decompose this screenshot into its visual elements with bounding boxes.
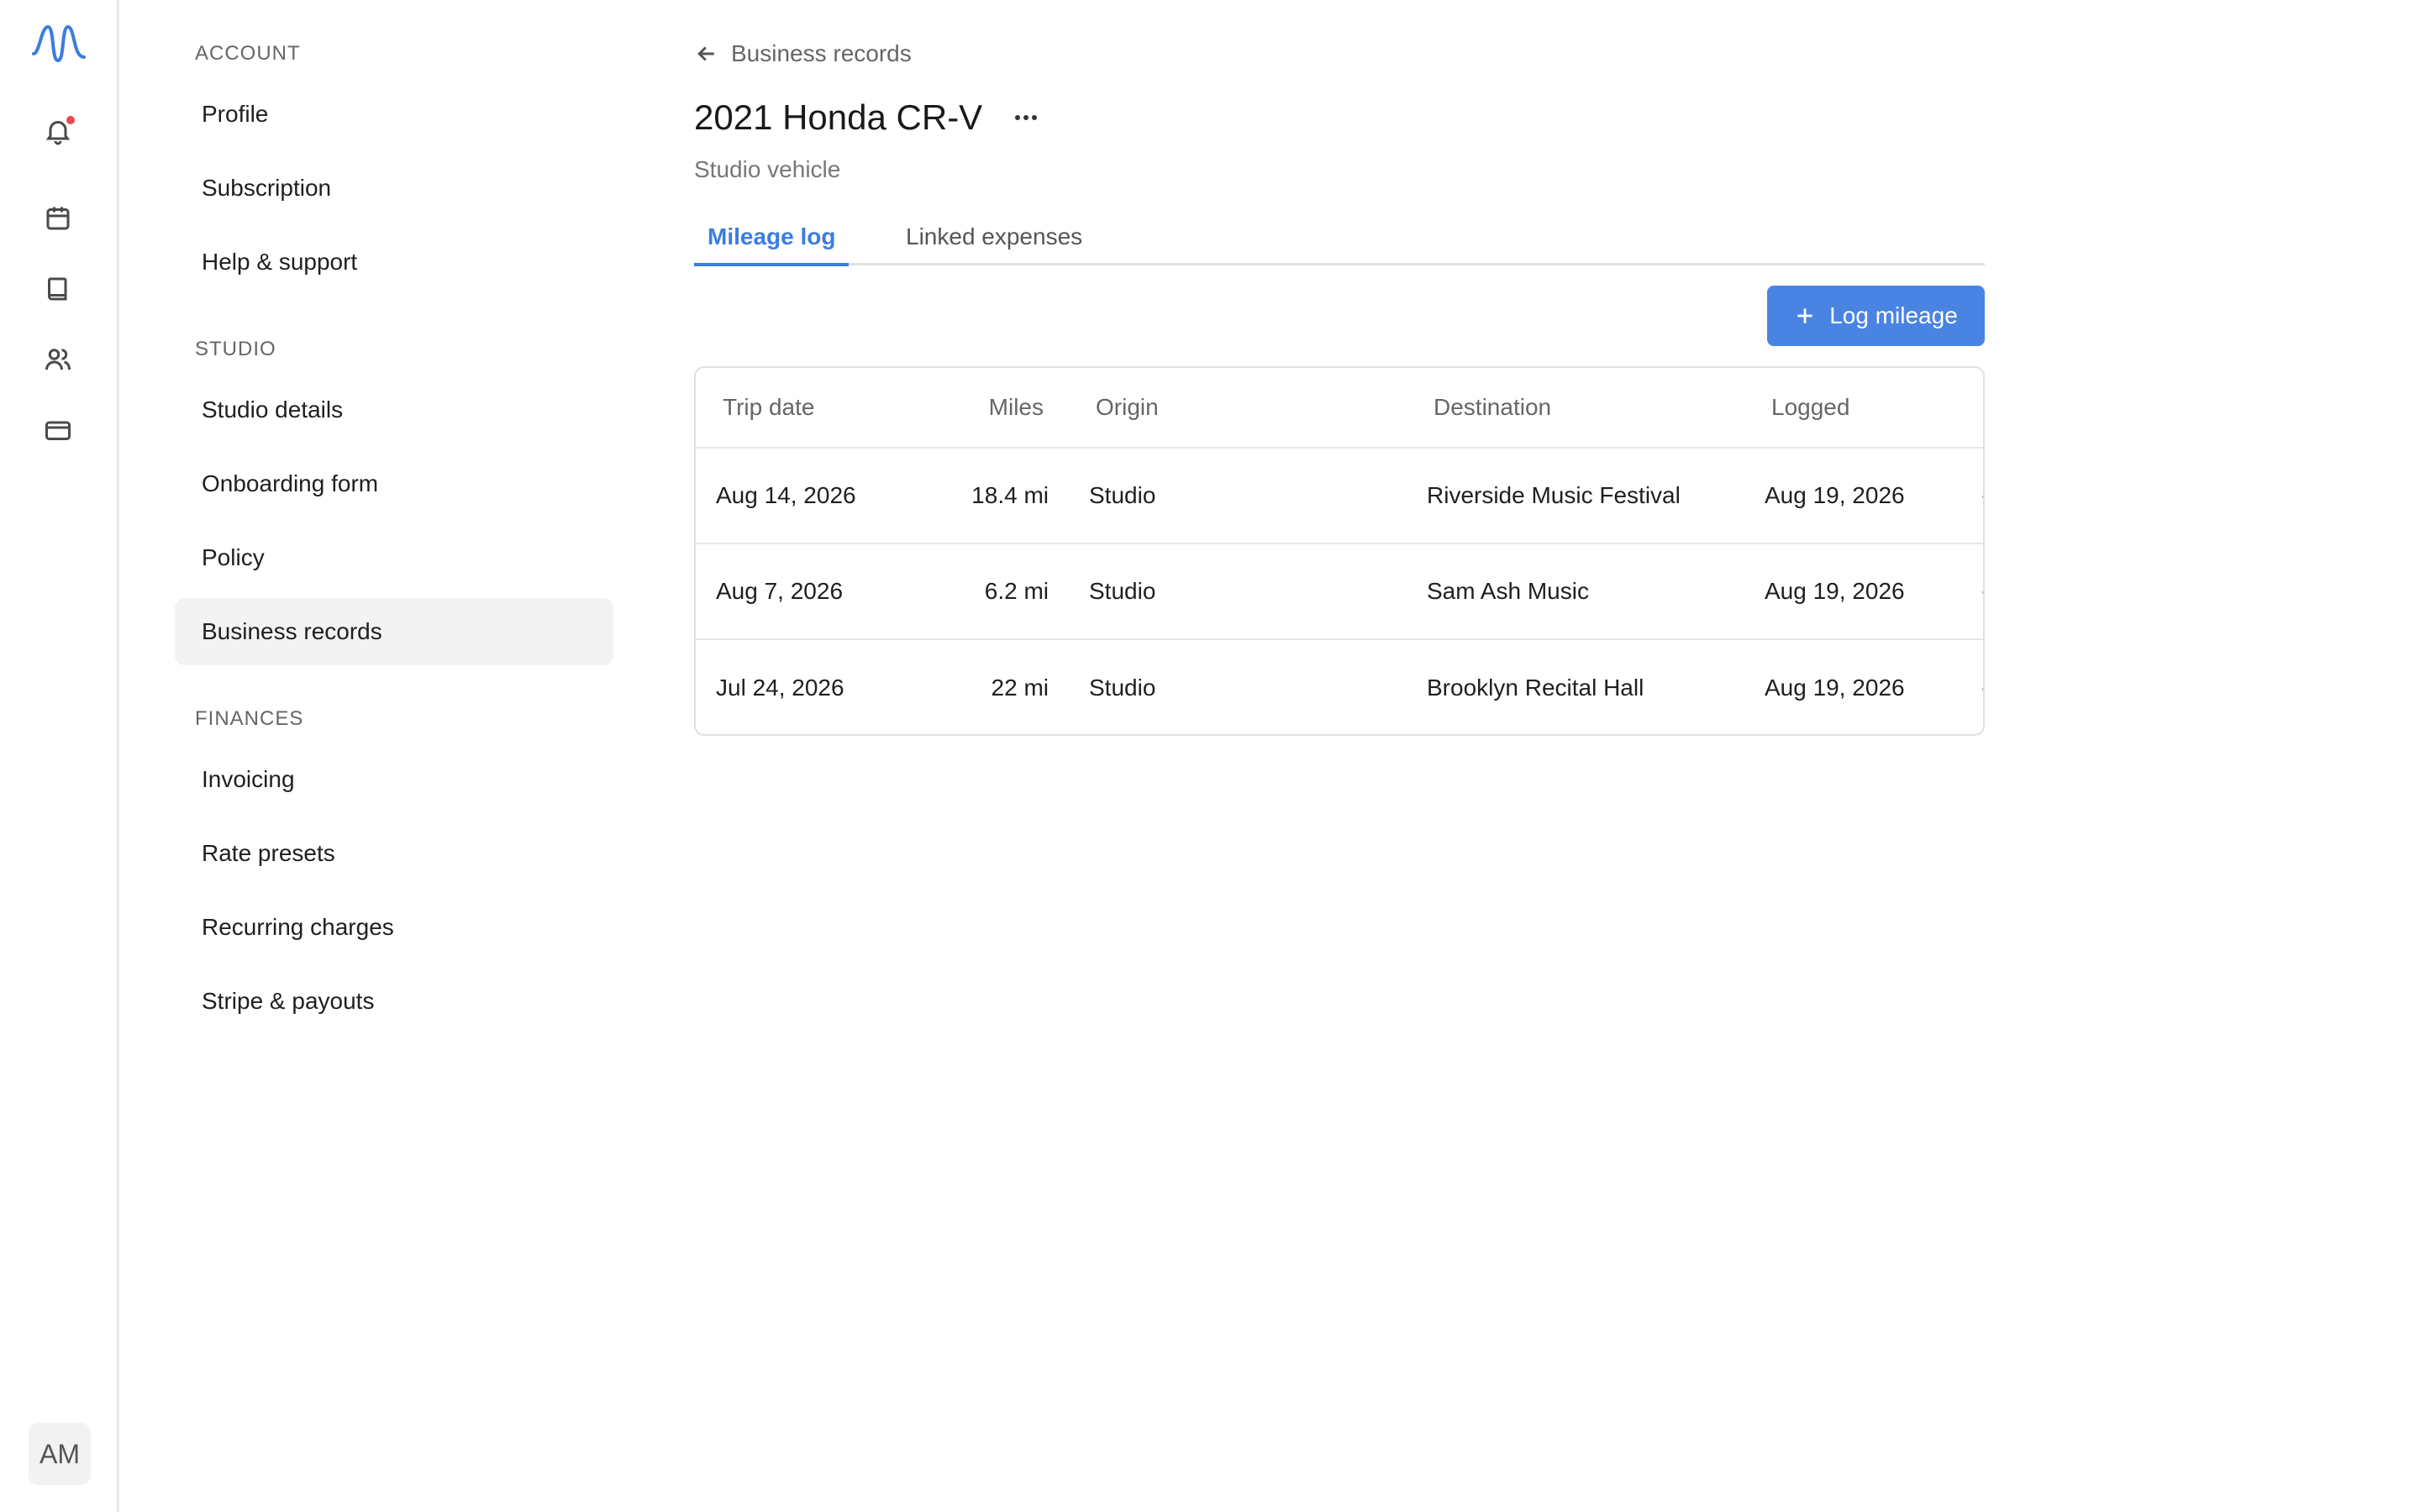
tab-mileage-log[interactable]: Mileage log <box>694 220 850 266</box>
log-mileage-button[interactable]: Log mileage <box>1767 286 1985 346</box>
cell-miles: 18.4 mi <box>971 482 1049 508</box>
cell-miles: 22 mi <box>991 675 1049 701</box>
sidebar-item-business-records[interactable]: Business records <box>175 598 613 665</box>
more-options-icon[interactable] <box>1007 99 1044 136</box>
section-label-account: ACCOUNT <box>195 42 301 65</box>
column-header-miles[interactable]: Miles <box>906 368 1044 447</box>
sidebar-item-onboarding-form[interactable]: Onboarding form <box>175 450 613 517</box>
sidebar-item-policy[interactable]: Policy <box>175 524 613 591</box>
column-header-trip-date[interactable]: Trip date <box>723 368 814 447</box>
icon-rail: AM <box>0 0 119 1512</box>
table-row[interactable]: Aug 14, 2026 18.4 mi Studio Riverside Mu… <box>696 449 1983 544</box>
sidebar-item-rate-presets[interactable]: Rate presets <box>175 820 613 887</box>
logo-icon[interactable] <box>30 18 87 69</box>
sidebar-item-subscription[interactable]: Subscription <box>175 155 613 222</box>
log-mileage-label: Log mileage <box>1829 302 1958 328</box>
page-title-row: 2021 Honda CR-V <box>694 97 1044 138</box>
cell-origin: Studio <box>1089 675 1156 701</box>
users-icon[interactable] <box>34 336 82 383</box>
column-header-destination[interactable]: Destination <box>1434 368 1551 447</box>
tab-bar: Mileage log Linked expenses <box>694 220 1985 266</box>
sidebar-item-stripe-payouts[interactable]: Stripe & payouts <box>175 968 613 1035</box>
cell-logged: Aug 19, 2026 <box>1765 578 1905 604</box>
column-header-logged[interactable]: Logged <box>1771 368 1849 447</box>
calendar-icon[interactable] <box>34 195 82 242</box>
credit-card-icon[interactable] <box>34 407 82 454</box>
cell-destination: Brooklyn Recital Hall <box>1427 675 1644 701</box>
mileage-table: Trip date Miles Origin Destination Logge… <box>694 366 1985 736</box>
row-menu-icon[interactable]: · <box>1980 640 1983 734</box>
arrow-left-icon <box>697 46 714 61</box>
section-label-studio: STUDIO <box>195 338 276 360</box>
table-row[interactable]: Aug 7, 2026 6.2 mi Studio Sam Ash Music … <box>696 544 1983 640</box>
column-header-origin[interactable]: Origin <box>1096 368 1159 447</box>
plus-icon <box>1797 308 1812 323</box>
sidebar-item-help-support[interactable]: Help & support <box>175 228 613 296</box>
table-row[interactable]: Jul 24, 2026 22 mi Studio Brooklyn Recit… <box>696 640 1983 734</box>
cell-destination: Sam Ash Music <box>1427 578 1589 604</box>
page-subtitle: Studio vehicle <box>694 156 841 182</box>
cell-trip-date: Jul 24, 2026 <box>716 675 844 701</box>
cell-logged: Aug 19, 2026 <box>1765 482 1905 508</box>
cell-trip-date: Aug 7, 2026 <box>716 578 844 604</box>
page-title: 2021 Honda CR-V <box>694 97 983 137</box>
sidebar-item-invoicing[interactable]: Invoicing <box>175 746 613 813</box>
section-label-finances: FINANCES <box>195 707 304 730</box>
cell-origin: Studio <box>1089 482 1156 508</box>
cell-trip-date: Aug 14, 2026 <box>716 482 856 508</box>
sidebar-item-profile[interactable]: Profile <box>175 81 613 148</box>
table-header-row: Trip date Miles Origin Destination Logge… <box>696 368 1983 449</box>
row-menu-icon[interactable]: · <box>1980 544 1983 638</box>
back-link[interactable]: Business records <box>694 40 912 67</box>
cell-logged: Aug 19, 2026 <box>1765 675 1905 701</box>
cell-miles: 6.2 mi <box>984 578 1049 604</box>
sidebar-item-studio-details[interactable]: Studio details <box>175 376 613 444</box>
book-icon[interactable] <box>34 265 82 312</box>
cell-destination: Riverside Music Festival <box>1427 482 1681 508</box>
sidebar-item-recurring-charges[interactable]: Recurring charges <box>175 894 613 961</box>
back-link-label: Business records <box>731 40 912 66</box>
avatar[interactable]: AM <box>29 1423 91 1485</box>
cell-origin: Studio <box>1089 578 1156 604</box>
tab-linked-expenses[interactable]: Linked expenses <box>892 220 1096 265</box>
notification-dot <box>65 114 76 126</box>
bell-icon[interactable] <box>34 108 82 155</box>
row-menu-icon[interactable]: · <box>1980 449 1983 543</box>
